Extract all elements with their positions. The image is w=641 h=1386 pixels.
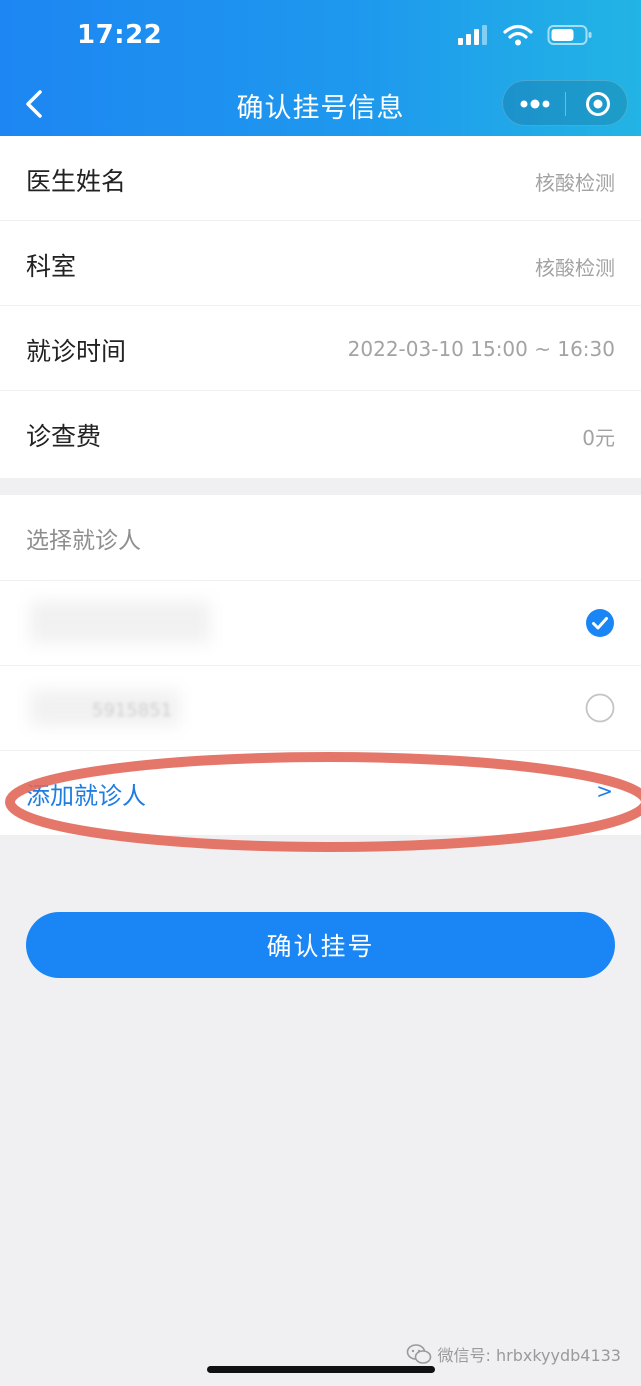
status-icons bbox=[457, 24, 593, 46]
header-bar: 17:22 确认挂号信息 bbox=[0, 0, 641, 136]
chevron-right-icon: > bbox=[596, 779, 613, 803]
masked-patient-id: 5915851 bbox=[92, 700, 173, 721]
add-patient-row[interactable]: 添加就诊人 > bbox=[0, 750, 641, 835]
info-row-visit-time: 就诊时间 2022-03-10 15:00 ~ 16:30 bbox=[0, 306, 641, 391]
mini-program-capsule bbox=[502, 80, 628, 126]
section-title: 选择就诊人 bbox=[26, 528, 141, 554]
checked-radio-icon[interactable] bbox=[585, 608, 615, 638]
confirm-registration-button[interactable]: 确认挂号 bbox=[26, 912, 615, 978]
row-value: 2022-03-10 15:00 ~ 16:30 bbox=[347, 337, 615, 361]
unchecked-radio-icon[interactable] bbox=[585, 693, 615, 723]
signal-icon bbox=[458, 25, 487, 45]
add-patient-link[interactable]: 添加就诊人 bbox=[26, 776, 146, 811]
row-label: 医生姓名 bbox=[26, 167, 127, 196]
watermark-text: 微信号: hrbxkyydb4133 bbox=[437, 1346, 622, 1365]
wechat-icon bbox=[406, 1344, 431, 1364]
masked-patient-info bbox=[30, 601, 210, 643]
patient-row[interactable]: 5915851 bbox=[0, 665, 641, 750]
capsule-divider bbox=[565, 92, 566, 116]
more-options-icon[interactable] bbox=[519, 94, 551, 114]
wifi-icon bbox=[503, 24, 533, 46]
patient-row-selected[interactable] bbox=[0, 580, 641, 665]
row-value: 核酸检测 bbox=[535, 256, 615, 280]
row-value: 0元 bbox=[582, 426, 615, 450]
home-indicator[interactable] bbox=[207, 1366, 435, 1373]
info-row-fee: 诊查费 0元 bbox=[0, 391, 641, 476]
close-mini-program-icon[interactable] bbox=[585, 91, 611, 117]
row-label: 就诊时间 bbox=[26, 337, 127, 366]
patient-select-card: 选择就诊人 5915851 添加就诊人 > bbox=[0, 495, 641, 835]
status-time: 17:22 bbox=[77, 20, 163, 50]
row-label: 科室 bbox=[26, 252, 77, 281]
wechat-watermark: 微信号: hrbxkyydb4133 bbox=[406, 1342, 622, 1366]
info-row-department: 科室 核酸检测 bbox=[0, 221, 641, 306]
row-label: 诊查费 bbox=[26, 422, 102, 451]
row-value: 核酸检测 bbox=[535, 171, 615, 195]
appointment-info-card: 医生姓名 核酸检测 科室 核酸检测 就诊时间 2022-03-10 15:00 … bbox=[0, 136, 641, 478]
battery-icon bbox=[547, 25, 592, 45]
info-row-doctor: 医生姓名 核酸检测 bbox=[0, 136, 641, 221]
